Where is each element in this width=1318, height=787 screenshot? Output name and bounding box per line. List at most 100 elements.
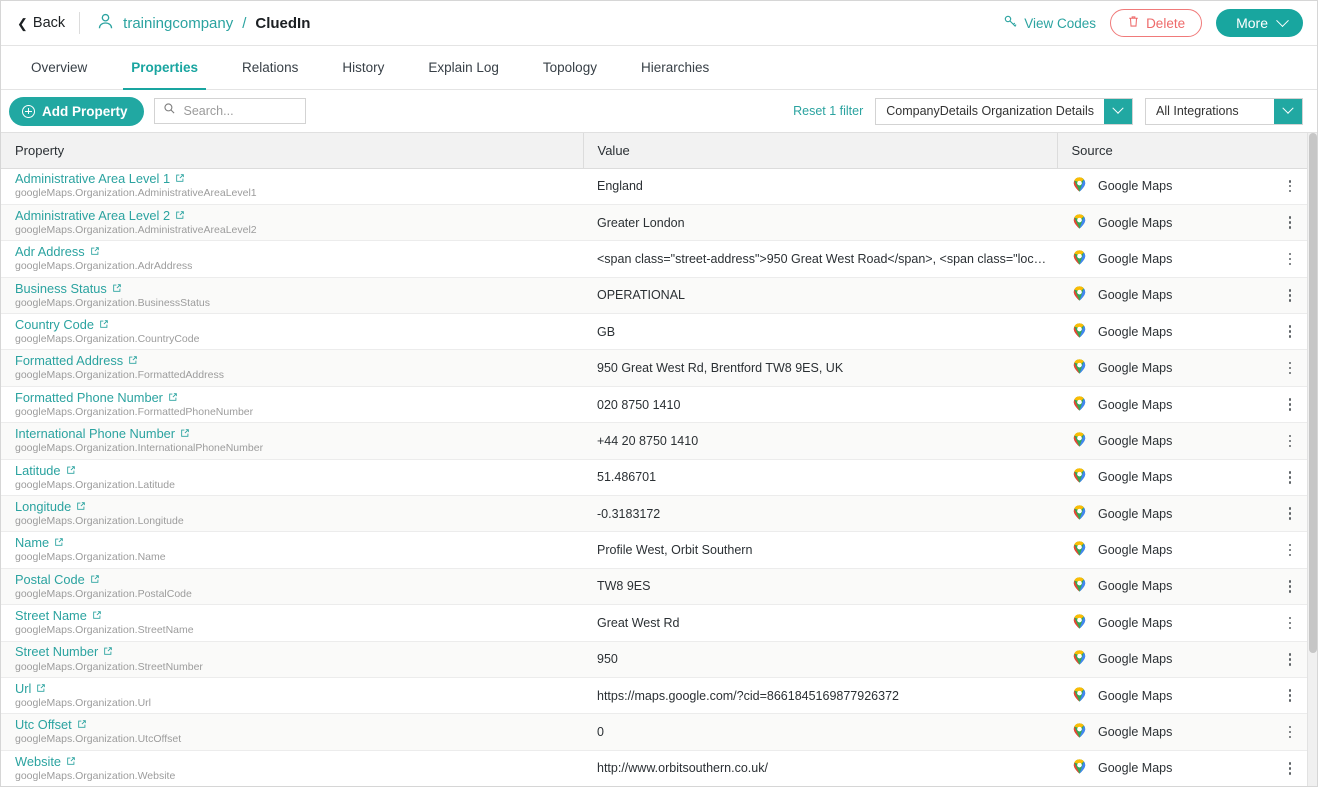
reset-filter-button[interactable]: Reset 1 filter	[793, 104, 863, 118]
view-codes-button[interactable]: View Codes	[1003, 14, 1096, 32]
table-row[interactable]: Website googleMaps.Organization.Website ht…	[1, 750, 1309, 786]
table-row[interactable]: Street Name googleMaps.Organization.Stree…	[1, 604, 1309, 642]
external-link-icon[interactable]	[54, 536, 64, 550]
property-title-link[interactable]: Formatted Address	[15, 354, 138, 368]
kebab-menu-icon[interactable]	[1281, 396, 1299, 414]
scrollbar-thumb[interactable]	[1309, 133, 1317, 653]
external-link-icon[interactable]	[168, 391, 178, 405]
kebab-menu-icon[interactable]	[1281, 177, 1299, 195]
external-link-icon[interactable]	[103, 645, 113, 659]
search-box[interactable]	[153, 98, 306, 124]
table-row[interactable]: Country Code googleMaps.Organization.Coun…	[1, 313, 1309, 351]
property-title-link[interactable]: Name	[15, 536, 64, 550]
external-link-icon[interactable]	[77, 718, 87, 732]
vertical-scrollbar[interactable]	[1307, 133, 1317, 786]
kebab-menu-icon[interactable]	[1281, 541, 1299, 559]
kebab-menu-icon[interactable]	[1281, 687, 1299, 705]
property-title-link[interactable]: Postal Code	[15, 571, 100, 587]
search-input[interactable]	[181, 103, 297, 119]
property-key: googleMaps.Organization.AdministrativeAr…	[15, 223, 257, 236]
chevron-down-icon[interactable]	[1274, 98, 1302, 124]
table-row[interactable]: Url googleMaps.Organization.Url https://ma…	[1, 677, 1309, 715]
external-link-icon[interactable]	[180, 427, 190, 441]
property-title-link[interactable]: Utc Offset	[15, 718, 87, 732]
integration-filter-select[interactable]: All Integrations	[1145, 97, 1303, 125]
table-row[interactable]: Name googleMaps.Organization.Name Profile …	[1, 531, 1309, 569]
external-link-icon[interactable]	[92, 609, 102, 623]
property-title-link[interactable]: Street Number	[15, 645, 113, 659]
tab-history[interactable]: History	[320, 46, 406, 89]
property-title-link[interactable]: Formatted Phone Number	[15, 390, 178, 405]
tab-relations[interactable]: Relations	[220, 46, 320, 89]
table-row[interactable]: Adr Address googleMaps.Organization.AdrAd…	[1, 240, 1309, 278]
kebab-menu-icon[interactable]	[1281, 286, 1299, 304]
value-cell: Great West Rd	[583, 604, 1057, 642]
external-link-icon[interactable]	[112, 282, 122, 296]
delete-button[interactable]: Delete	[1110, 9, 1203, 37]
tab-properties[interactable]: Properties	[109, 46, 220, 90]
breadcrumb-org[interactable]: trainingcompany	[123, 15, 233, 32]
table-row[interactable]: Postal Code googleMaps.Organization.Posta…	[1, 568, 1309, 606]
property-title-link[interactable]: Latitude	[15, 463, 76, 478]
column-header-property[interactable]: Property	[1, 133, 584, 169]
property-title-link[interactable]: Administrative Area Level 1	[15, 172, 185, 186]
kebab-menu-icon[interactable]	[1281, 723, 1299, 741]
external-link-icon[interactable]	[99, 318, 109, 332]
tab-overview[interactable]: Overview	[9, 46, 109, 89]
property-title-link[interactable]: International Phone Number	[15, 427, 190, 441]
external-link-icon[interactable]	[175, 209, 185, 223]
external-link-icon[interactable]	[76, 500, 86, 514]
table-row[interactable]: Formatted Address googleMaps.Organization…	[1, 349, 1309, 387]
source-label: Google Maps	[1098, 215, 1173, 230]
add-property-button[interactable]: Add Property	[9, 96, 144, 126]
property-title-link[interactable]: Longitude	[15, 499, 86, 514]
kebab-menu-icon[interactable]	[1281, 323, 1299, 341]
table-row[interactable]: Longitude googleMaps.Organization.Longitu…	[1, 495, 1309, 533]
property-title-link[interactable]: Country Code	[15, 317, 109, 332]
kebab-menu-icon[interactable]	[1281, 759, 1299, 777]
kebab-menu-icon[interactable]	[1281, 505, 1299, 523]
external-link-icon[interactable]	[90, 573, 100, 587]
table-row[interactable]: Formatted Phone Number googleMaps.Organiz…	[1, 386, 1309, 424]
column-header-source[interactable]: Source	[1057, 133, 1309, 169]
table-row[interactable]: Administrative Area Level 2 googleMaps.Or…	[1, 204, 1309, 242]
external-link-icon[interactable]	[90, 245, 100, 259]
table-row[interactable]: Business Status googleMaps.Organization.B…	[1, 277, 1309, 315]
value-cell: -0.3183172	[583, 495, 1057, 533]
property-title-link[interactable]: Url	[15, 681, 46, 696]
table-row[interactable]: Street Number googleMaps.Organization.Str…	[1, 641, 1309, 678]
table-row[interactable]: International Phone Number googleMaps.Org…	[1, 422, 1309, 460]
external-link-icon[interactable]	[128, 354, 138, 368]
value-cell: https://maps.google.com/?cid=86618451698…	[583, 677, 1057, 715]
column-header-value[interactable]: Value	[583, 133, 1058, 169]
external-link-icon[interactable]	[66, 755, 76, 769]
external-link-icon[interactable]	[175, 172, 185, 186]
kebab-menu-icon[interactable]	[1281, 250, 1299, 268]
kebab-menu-icon[interactable]	[1281, 468, 1299, 486]
property-title-link[interactable]: Street Name	[15, 609, 102, 623]
table-row[interactable]: Utc Offset googleMaps.Organization.UtcOff…	[1, 713, 1309, 751]
property-title-link[interactable]: Website	[15, 754, 76, 769]
tab-topology[interactable]: Topology	[521, 46, 619, 89]
property-title-link[interactable]: Business Status	[15, 281, 122, 296]
property-title-link[interactable]: Administrative Area Level 2	[15, 208, 185, 223]
table-row[interactable]: Administrative Area Level 1 googleMaps.Or…	[1, 168, 1309, 205]
external-link-icon[interactable]	[66, 464, 76, 478]
more-button[interactable]: More	[1216, 9, 1303, 37]
entity-type-filter-select[interactable]: CompanyDetails Organization Details	[875, 97, 1133, 125]
external-link-icon[interactable]	[36, 682, 46, 696]
kebab-menu-icon[interactable]	[1281, 359, 1299, 377]
kebab-menu-icon[interactable]	[1281, 432, 1299, 450]
property-cell: Street Name googleMaps.Organization.Stree…	[1, 604, 583, 642]
tab-explain-log[interactable]: Explain Log	[406, 46, 521, 89]
property-title: Postal Code	[15, 571, 85, 587]
chevron-down-icon[interactable]	[1104, 98, 1132, 124]
kebab-menu-icon[interactable]	[1281, 614, 1299, 632]
kebab-menu-icon[interactable]	[1281, 577, 1299, 595]
back-button[interactable]: ❮ Back	[17, 15, 79, 31]
table-row[interactable]: Latitude googleMaps.Organization.Latitude…	[1, 459, 1309, 497]
tab-hierarchies[interactable]: Hierarchies	[619, 46, 731, 89]
kebab-menu-icon[interactable]	[1281, 214, 1299, 232]
property-title-link[interactable]: Adr Address	[15, 245, 100, 259]
kebab-menu-icon[interactable]	[1281, 650, 1299, 668]
